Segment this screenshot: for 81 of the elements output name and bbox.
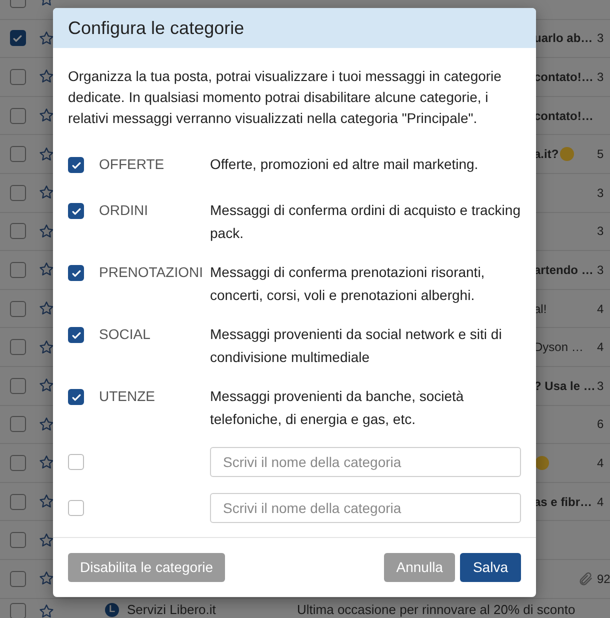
category-description: Offerte, promozioni ed altre mail marketing. <box>210 155 478 174</box>
date: 3 <box>597 31 604 46</box>
category-description: Messaggi di conferma prenotazioni risoranti, concerti, corsi, voli e prenotazioni alberghi. <box>210 263 486 305</box>
star-icon[interactable] <box>38 261 55 278</box>
date: 3 <box>597 186 604 200</box>
checkmark-icon <box>70 160 82 170</box>
category-name: ORDINI <box>99 201 149 220</box>
checkbox[interactable] <box>10 30 26 46</box>
star-icon[interactable] <box>38 570 55 588</box>
checkbox[interactable] <box>10 223 26 240</box>
checkbox[interactable] <box>68 327 84 343</box>
star-icon[interactable] <box>38 532 55 549</box>
category-description: Messaggi provenienti da social network e siti di condivisione multimediale <box>210 325 503 367</box>
date: 4 <box>597 340 604 354</box>
checkbox[interactable] <box>68 500 84 516</box>
sender: Servizi Libero.it <box>127 602 217 616</box>
date: 4 <box>597 494 604 509</box>
checkbox[interactable] <box>68 389 84 405</box>
star-icon[interactable] <box>38 68 55 86</box>
checkbox[interactable] <box>68 157 84 173</box>
intro-text: Organizza la tua posta, potrai visualizzare i tuoi messaggi in categorie dedicate. In qualsiasi momento potrai disabilitare alcune categorie, i relativi messaggi verranno visualizzati nella categoria "Principale". <box>68 67 502 128</box>
star-icon[interactable] <box>38 30 55 47</box>
subject: Ultima occasione per rinnovare al 20% di sconto <box>297 602 576 616</box>
star-icon[interactable] <box>38 300 55 318</box>
category-description: Messaggi di conferma ordini di acquisto e tracking pack. <box>210 201 521 243</box>
checkbox[interactable] <box>10 378 26 394</box>
category-name: PRENOTAZIONI <box>99 263 204 282</box>
date: 4 <box>597 302 604 316</box>
star-icon[interactable] <box>38 222 55 240</box>
avatar: L <box>105 602 119 616</box>
star-icon[interactable] <box>38 416 55 433</box>
date: 5 <box>597 147 604 162</box>
star-icon[interactable] <box>38 377 55 394</box>
date: 4 <box>597 456 604 470</box>
star-icon[interactable] <box>38 338 55 356</box>
star-icon[interactable] <box>38 184 55 202</box>
star-icon[interactable] <box>38 493 55 510</box>
subject: artendo … <box>534 262 594 279</box>
checkbox[interactable] <box>68 203 84 219</box>
date: 3 <box>597 224 604 238</box>
checkbox[interactable] <box>10 262 26 278</box>
date: 3 <box>597 70 604 84</box>
star-icon[interactable] <box>38 602 55 618</box>
subject: contato!… <box>534 68 594 86</box>
category-name: UTENZE <box>99 387 156 406</box>
checkmark-icon <box>70 268 82 278</box>
checkmark-icon <box>12 32 23 44</box>
category-name-field[interactable]: Scrivi il nome della categoria <box>210 447 521 477</box>
checkmark-icon <box>70 330 82 340</box>
checkbox[interactable] <box>10 68 26 85</box>
star-icon[interactable] <box>38 454 55 472</box>
cancel-button[interactable]: Annulla <box>384 553 455 582</box>
checkbox[interactable] <box>10 184 26 201</box>
checkbox[interactable] <box>10 108 26 124</box>
checkbox[interactable] <box>10 494 26 510</box>
checkbox[interactable] <box>10 532 26 548</box>
save-button[interactable]: Salva <box>460 553 521 582</box>
category-name-field[interactable]: Scrivi il nome della categoria <box>210 493 521 523</box>
checkbox[interactable] <box>10 146 26 162</box>
checkbox[interactable] <box>10 454 26 471</box>
date: 92 <box>597 572 610 586</box>
date: 6 <box>597 417 604 432</box>
checkmark-icon <box>70 392 82 402</box>
subject: contato!… <box>534 108 594 125</box>
date: 3 <box>597 262 604 277</box>
disable-categories-button[interactable]: Disabilita le categorie <box>68 553 226 582</box>
checkbox[interactable] <box>10 300 26 317</box>
checkbox[interactable] <box>10 339 26 356</box>
checkbox[interactable] <box>10 602 26 618</box>
star-icon[interactable] <box>38 146 55 163</box>
checkbox[interactable] <box>68 454 84 470</box>
category-name: SOCIAL <box>99 325 152 344</box>
checkbox[interactable] <box>68 265 84 281</box>
dialog-title: Configura le categorie <box>68 16 244 40</box>
category-name: OFFERTE <box>99 155 166 174</box>
date: 3 <box>597 378 604 393</box>
star-icon[interactable] <box>38 107 55 124</box>
category-description: Messaggi provenienti da banche, società telefoniche, di energia e gas, etc. <box>210 387 465 429</box>
checkbox[interactable] <box>10 416 26 432</box>
checkmark-icon <box>70 206 82 216</box>
checkbox[interactable] <box>10 570 26 587</box>
